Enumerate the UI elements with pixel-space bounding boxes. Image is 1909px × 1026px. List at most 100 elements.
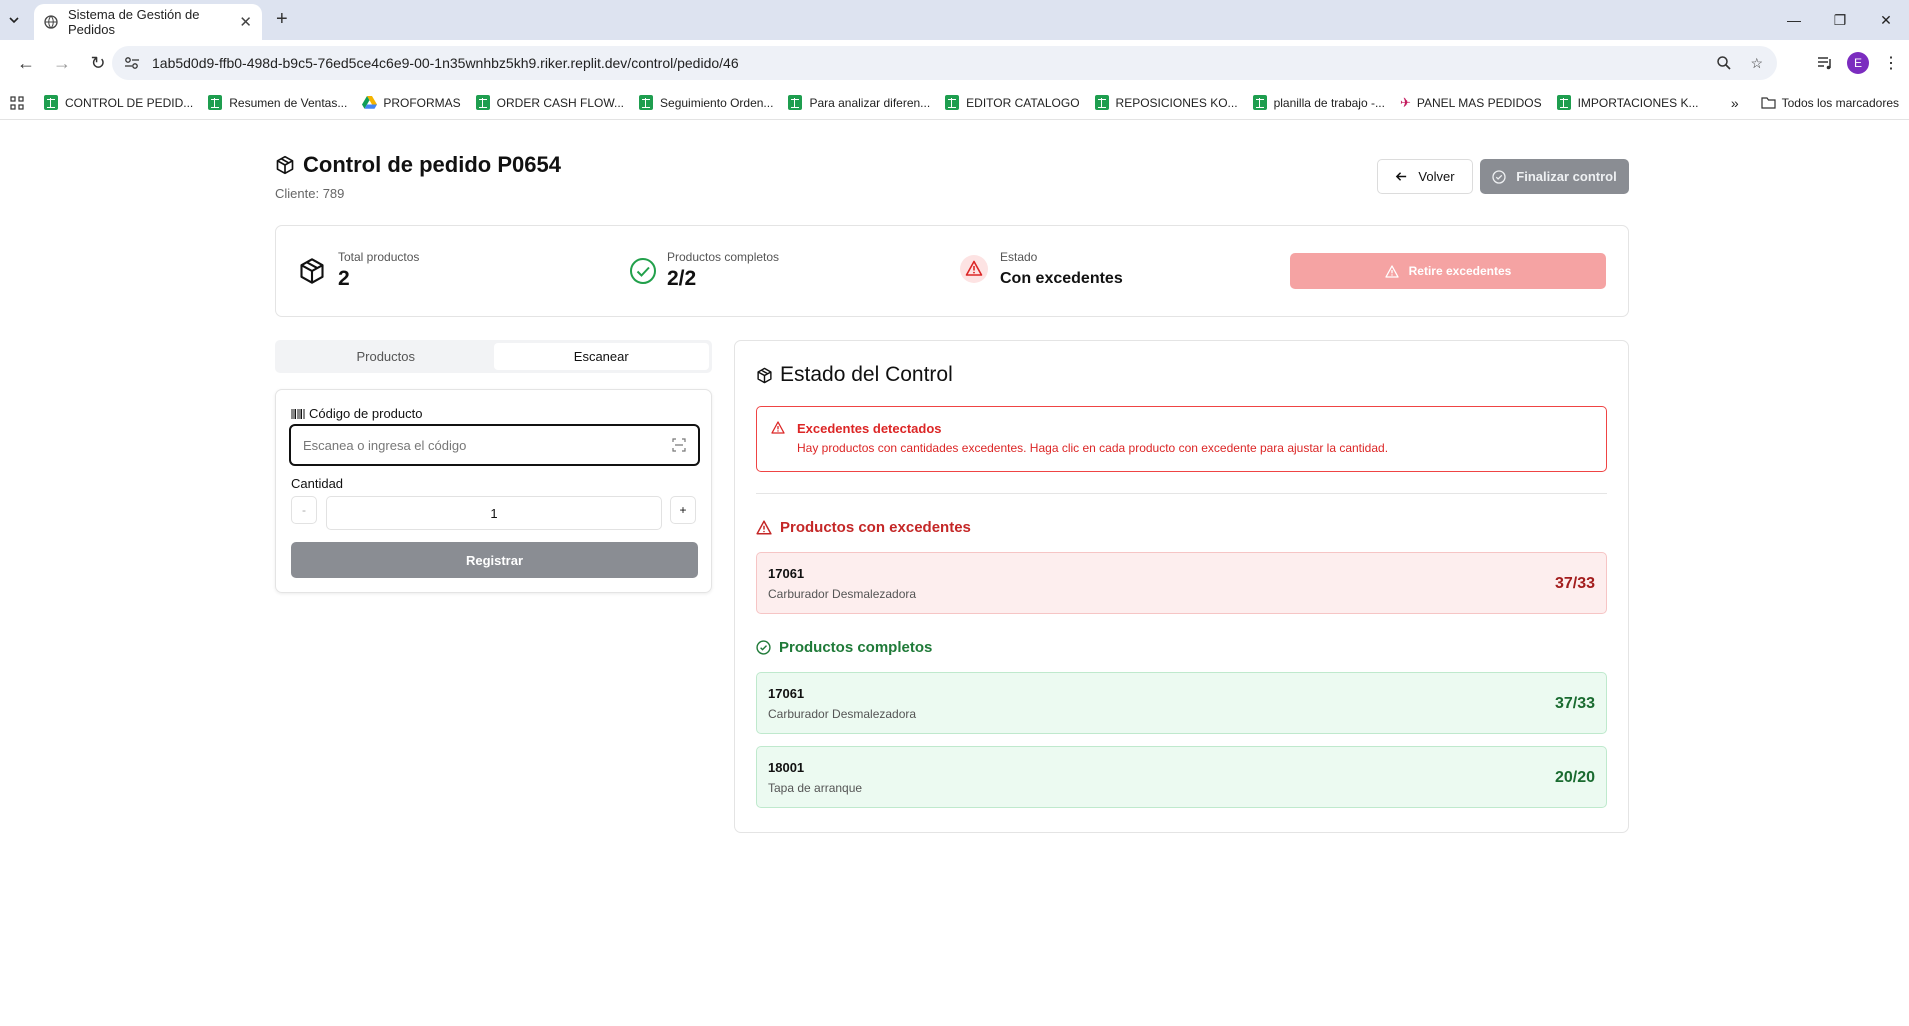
finalize-control-button[interactable]: Finalizar control <box>1480 159 1629 194</box>
stat-complete-products: Productos completos 2/2 <box>629 250 779 291</box>
bookmark-item[interactable]: PROFORMAS <box>362 96 461 110</box>
tab-escanear[interactable]: Escanear <box>493 343 709 370</box>
reload-icon[interactable]: ↻ <box>80 45 116 81</box>
globe-icon <box>44 15 58 29</box>
bookmarks-bar: CONTROL DE PEDID... Resumen de Ventas...… <box>0 86 1909 120</box>
zoom-icon[interactable] <box>1716 55 1732 72</box>
bookmark-item[interactable]: Para analizar diferen... <box>788 95 930 110</box>
package-icon <box>298 257 326 285</box>
browser-tab-bar: Sistema de Gestión de Pedidos ✕ + — ❐ ✕ <box>0 0 1909 40</box>
sheets-icon <box>44 95 58 110</box>
stat-value: Con excedentes <box>1000 270 1123 287</box>
check-circle-icon <box>1492 169 1506 184</box>
control-status-card: Estado del Control Excedentes detectados… <box>734 340 1629 833</box>
restore-icon[interactable]: ❐ <box>1817 0 1863 40</box>
product-code: 17061 <box>768 566 805 581</box>
alert-title: Excedentes detectados <box>797 421 942 436</box>
register-button[interactable]: Registrar <box>291 542 698 578</box>
warning-triangle-icon <box>756 520 772 535</box>
warning-triangle-icon <box>960 255 988 283</box>
page-content: Control de pedido P0654 Cliente: 789 Vol… <box>0 120 1909 1000</box>
package-icon <box>756 367 773 384</box>
close-window-icon[interactable]: ✕ <box>1863 0 1909 40</box>
product-code: 17061 <box>768 686 805 701</box>
sheets-icon <box>1094 95 1109 110</box>
close-tab-icon[interactable]: ✕ <box>239 13 252 31</box>
more-bookmarks-icon[interactable]: » <box>1731 95 1739 111</box>
page-title: Control de pedido P0654 <box>275 152 561 178</box>
code-label: Código de producto <box>291 406 422 421</box>
sheets-icon <box>945 95 960 110</box>
quantity-input[interactable]: 1 <box>326 496 662 530</box>
back-button[interactable]: Volver <box>1377 159 1473 194</box>
apps-grid-icon[interactable] <box>10 95 24 110</box>
stat-status: Estado Con excedentes <box>960 250 1123 288</box>
complete-products-heading: Productos completos <box>756 639 932 656</box>
product-count: 20/20 <box>1554 769 1595 786</box>
package-icon <box>275 155 303 175</box>
url-text[interactable]: 1ab5d0d9-ffb0-498d-b9c5-76ed5ce4c6e9-00-… <box>152 55 739 71</box>
decrease-quantity-button[interactable]: - <box>291 496 317 524</box>
product-count: 37/33 <box>1554 575 1595 592</box>
bookmark-star-icon[interactable]: ☆ <box>1750 55 1763 72</box>
profile-avatar[interactable]: E <box>1847 52 1869 74</box>
product-name: Carburador Desmalezadora <box>768 707 917 721</box>
bookmark-item[interactable]: ORDER CASH FLOW... <box>475 95 624 110</box>
product-name: Carburador Desmalezadora <box>768 587 917 601</box>
scan-form-card: Código de producto Escanea o ingresa el … <box>275 389 712 593</box>
window-controls: — ❐ ✕ <box>1771 0 1909 40</box>
folder-icon <box>1761 96 1776 109</box>
back-arrow-icon[interactable]: ← <box>8 45 44 81</box>
barcode-icon <box>291 408 305 419</box>
divider <box>756 493 1607 494</box>
bookmark-item[interactable]: CONTROL DE PEDID... <box>44 95 193 110</box>
stat-total-products: Total productos 2 <box>298 250 419 291</box>
sheets-icon <box>475 95 490 110</box>
check-circle-icon <box>629 257 657 285</box>
code-input-placeholder: Escanea o ingresa el código <box>303 437 467 453</box>
minimize-icon[interactable]: — <box>1771 0 1817 40</box>
excess-product-row[interactable]: 17061 Carburador Desmalezadora 37/33 <box>756 552 1607 614</box>
excess-products-heading: Productos con excedentes <box>756 519 971 536</box>
check-circle-icon <box>756 640 771 655</box>
stat-label: Estado <box>1000 250 1038 264</box>
sheets-icon <box>1252 95 1267 110</box>
warning-triangle-icon <box>1384 264 1399 278</box>
sheets-icon <box>639 95 654 110</box>
browser-tab[interactable]: Sistema de Gestión de Pedidos ✕ <box>34 4 262 40</box>
complete-product-row: 18001 Tapa de arranque 20/20 <box>756 746 1607 808</box>
bookmark-item[interactable]: EDITOR CATALOGO <box>945 95 1080 110</box>
bookmark-item[interactable]: Resumen de Ventas... <box>208 95 347 110</box>
browser-menu-icon[interactable]: ⋮ <box>1883 53 1899 73</box>
bookmark-item[interactable]: IMPORTACIONES K... <box>1556 95 1699 110</box>
quantity-label: Cantidad <box>291 476 344 491</box>
browser-toolbar: ← → ↻ 1ab5d0d9-ffb0-498d-b9c5-76ed5ce4c6… <box>0 40 1909 86</box>
media-controls-icon[interactable] <box>1817 56 1833 70</box>
scan-icon[interactable] <box>672 438 686 452</box>
tab-title: Sistema de Gestión de Pedidos <box>68 7 200 37</box>
order-title: Control de pedido P0654 <box>303 152 561 177</box>
sheets-icon <box>208 95 223 110</box>
stat-label: Productos completos <box>667 250 780 264</box>
increase-quantity-button[interactable]: + <box>670 496 696 524</box>
client-label: Cliente: 789 <box>275 186 345 201</box>
tab-search-chevron-icon[interactable] <box>4 10 24 30</box>
sheets-icon <box>788 95 803 110</box>
plane-icon: ✈ <box>1399 94 1411 110</box>
forward-arrow-icon[interactable]: → <box>44 45 80 81</box>
excess-alert: Excedentes detectados Hay productos con … <box>756 406 1607 472</box>
bookmark-item[interactable]: planilla de trabajo -... <box>1252 95 1385 110</box>
address-bar[interactable]: 1ab5d0d9-ffb0-498d-b9c5-76ed5ce4c6e9-00-… <box>112 46 1777 80</box>
bookmark-item[interactable]: ✈ PANEL MAS PEDIDOS <box>1400 95 1542 111</box>
bookmark-item[interactable]: Seguimiento Orden... <box>639 95 773 110</box>
new-tab-icon[interactable]: + <box>276 8 288 31</box>
bookmark-item[interactable]: REPOSICIONES KO... <box>1094 95 1238 110</box>
product-code-input[interactable]: Escanea o ingresa el código <box>289 424 700 466</box>
remove-excess-button[interactable]: Retire excedentes <box>1290 253 1606 289</box>
site-info-icon[interactable] <box>124 56 140 70</box>
alert-description: Hay productos con cantidades excedentes.… <box>797 441 1389 455</box>
product-count: 37/33 <box>1554 695 1595 712</box>
stat-label: Total productos <box>338 250 420 264</box>
tab-productos[interactable]: Productos <box>278 343 494 370</box>
all-bookmarks[interactable]: Todos los marcadores <box>1761 96 1899 110</box>
